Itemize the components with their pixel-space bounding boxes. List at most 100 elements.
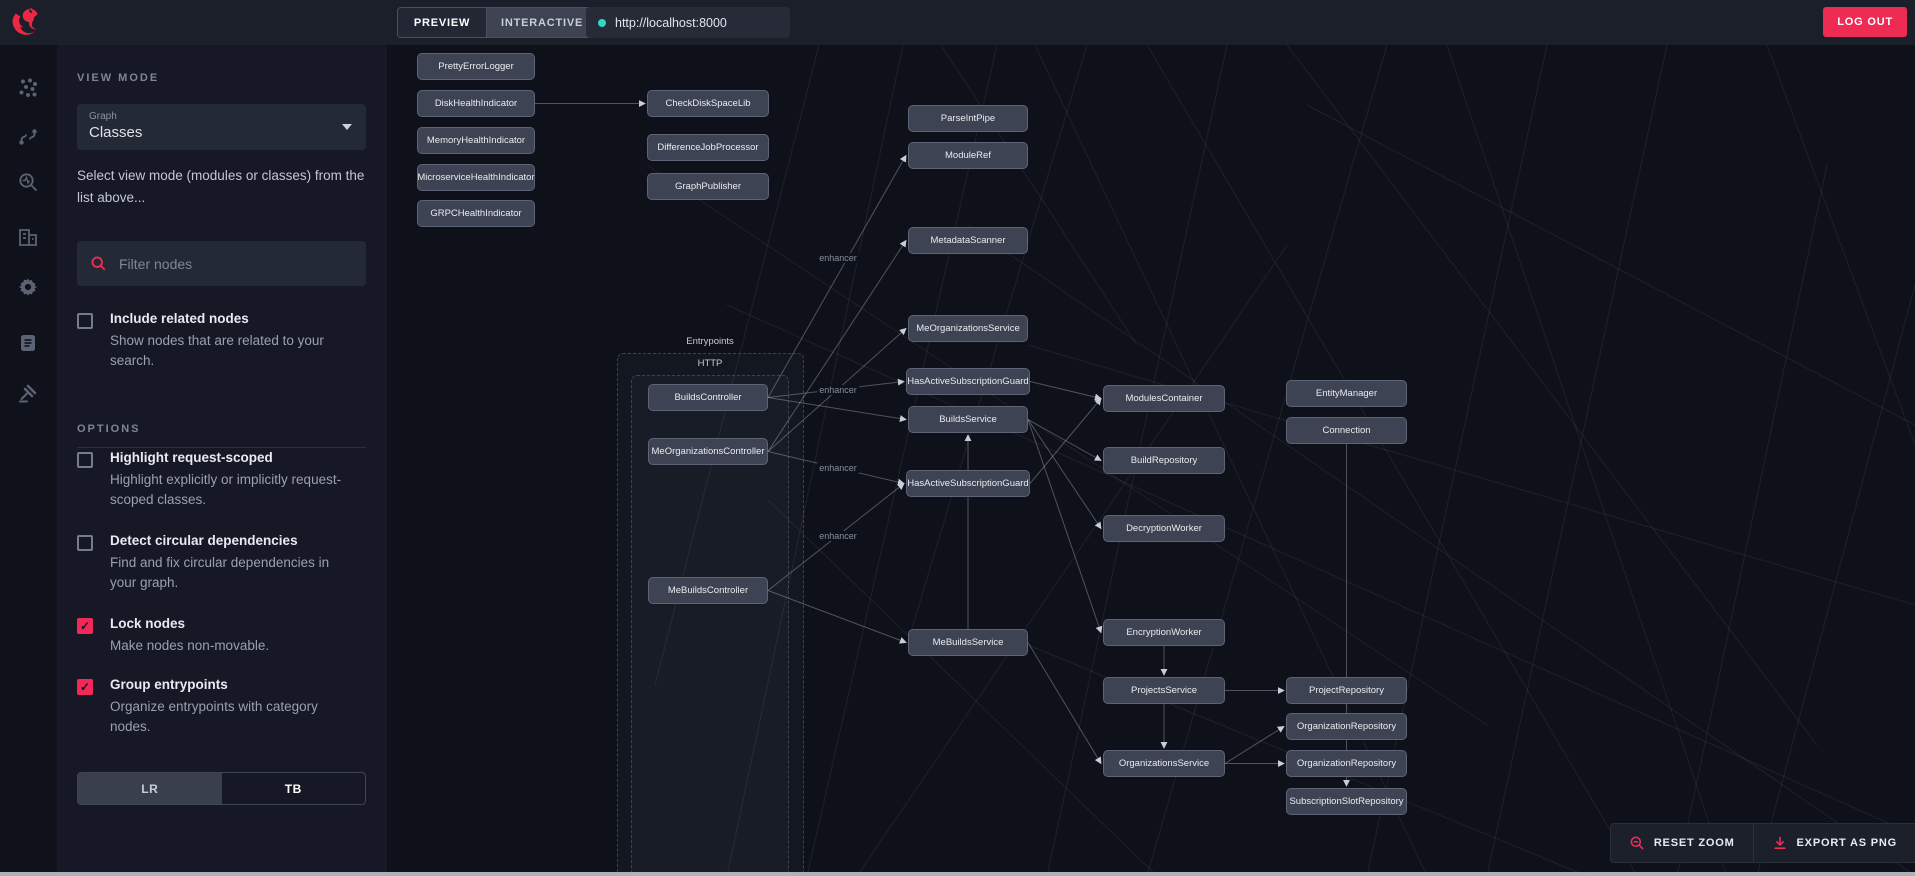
sidebar-item-organization[interactable] <box>8 217 48 257</box>
sidebar-item-audit[interactable] <box>8 373 48 413</box>
sidebar-item-docs[interactable] <box>8 323 48 363</box>
graph-node-check-disk-space-lib[interactable]: CheckDiskSpaceLib <box>647 90 769 117</box>
sidebar-item-settings[interactable] <box>8 267 48 307</box>
option-title: Highlight request-scoped <box>110 450 273 465</box>
view-mode-description: Select view mode (modules or classes) fr… <box>77 168 365 206</box>
group-entrypoints-checkbox[interactable]: ✓ <box>77 679 93 695</box>
route-icon <box>19 129 37 145</box>
settings-panel: VIEW MODE Graph Classes Select view mode… <box>57 45 387 876</box>
topbar: PREVIEW INTERACTIVE http://localhost:800… <box>0 0 1915 45</box>
graph-mode-value: Classes <box>89 124 143 141</box>
edge-label-enhancer: enhancer <box>817 385 859 395</box>
export-as-png-button[interactable]: EXPORT AS PNG <box>1752 824 1915 862</box>
direction-lr-button[interactable]: LR <box>78 773 222 804</box>
graph-node-me-builds-service[interactable]: MeBuildsService <box>908 629 1028 656</box>
edge-label-enhancer: enhancer <box>817 253 859 263</box>
view-mode-title: VIEW MODE <box>77 72 160 84</box>
graph-node-builds-controller[interactable]: BuildsController <box>648 384 768 411</box>
graph-node-parse-int-pipe[interactable]: ParseIntPipe <box>908 105 1028 132</box>
graph-node-build-repository[interactable]: BuildRepository <box>1103 447 1225 474</box>
graph-node-builds-service[interactable]: BuildsService <box>908 406 1028 433</box>
option-desc: Find and fix circular dependencies in yo… <box>110 554 330 591</box>
document-icon <box>21 335 35 351</box>
graph-mode-select[interactable]: Graph Classes <box>77 104 366 150</box>
option-title: Detect circular dependencies <box>110 533 298 548</box>
graph-node-me-builds-controller[interactable]: MeBuildsController <box>648 577 768 604</box>
graph-node-memory-health-indicator[interactable]: MemoryHealthIndicator <box>417 127 535 154</box>
graph-node-difference-job-processor[interactable]: DifferenceJobProcessor <box>647 134 769 161</box>
reset-zoom-label: RESET ZOOM <box>1653 837 1735 849</box>
option-title: Group entrypoints <box>110 677 228 692</box>
graph-node-entity-manager[interactable]: EntityManager <box>1286 380 1407 407</box>
icon-rail <box>0 45 57 876</box>
graph-node-organizations-service[interactable]: OrganizationsService <box>1103 750 1225 777</box>
option-row: ✓ Group entrypoints Organize entrypoints… <box>77 676 369 738</box>
lock-nodes-checkbox[interactable]: ✓ <box>77 618 93 634</box>
graph-mode-label: Graph <box>89 111 117 122</box>
gavel-icon <box>19 384 37 403</box>
graph-node-decryption-worker[interactable]: DecryptionWorker <box>1103 515 1225 542</box>
canvas-actions: RESET ZOOM EXPORT AS PNG <box>1609 823 1915 863</box>
log-out-button[interactable]: LOG OUT <box>1823 7 1907 37</box>
graph-node-subscription-slot-repository[interactable]: SubscriptionSlotRepository <box>1286 788 1407 815</box>
horizontal-scrollbar[interactable] <box>0 872 1915 876</box>
graph-node-graph-publisher[interactable]: GraphPublisher <box>647 173 769 200</box>
http-group-label: HTTP <box>697 358 723 369</box>
graph-node-disk-health-indicator[interactable]: DiskHealthIndicator <box>417 90 535 117</box>
option-row: ✓ Lock nodes Make nodes non-movable. <box>77 615 369 656</box>
graph-node-organization-repository-2[interactable]: OrganizationRepository <box>1286 750 1407 777</box>
direction-tb-button[interactable]: TB <box>222 773 366 804</box>
graph-node-projects-service[interactable]: ProjectsService <box>1103 677 1225 704</box>
download-icon <box>1773 836 1786 849</box>
option-row: Detect circular dependencies Find and fi… <box>77 532 369 594</box>
status-dot-icon <box>598 18 606 27</box>
graph-node-me-organizations-controller[interactable]: MeOrganizationsController <box>648 438 768 465</box>
graph-canvas[interactable]: Entrypoints HTTP PrettyErrorLogger DiskHe… <box>387 45 1915 876</box>
filter-nodes-input[interactable] <box>117 254 353 273</box>
graph-icon <box>19 78 37 97</box>
sidebar-item-inspect[interactable] <box>8 162 48 202</box>
sidebar-item-routes[interactable] <box>8 117 48 157</box>
include-related-row: Include related nodes Show nodes that ar… <box>77 310 369 372</box>
graph-node-pretty-error-logger[interactable]: PrettyErrorLogger <box>417 53 535 80</box>
graph-node-encryption-worker[interactable]: EncryptionWorker <box>1103 619 1225 646</box>
graph-node-grpc-health-indicator[interactable]: GRPCHealthIndicator <box>417 200 535 227</box>
app-url: http://localhost:8000 <box>615 15 727 30</box>
highlight-request-scoped-checkbox[interactable] <box>77 452 93 468</box>
include-related-checkbox[interactable] <box>77 313 93 329</box>
layout-direction-toggle: LR TB <box>77 772 366 805</box>
divider <box>77 447 366 448</box>
reset-zoom-button[interactable]: RESET ZOOM <box>1611 824 1753 862</box>
include-related-title: Include related nodes <box>110 311 249 326</box>
app-url-field[interactable]: http://localhost:8000 <box>586 7 790 38</box>
filter-nodes-box <box>77 241 366 286</box>
graph-node-organization-repository-1[interactable]: OrganizationRepository <box>1286 713 1407 740</box>
gear-icon <box>18 278 38 296</box>
option-desc: Highlight explicitly or implicitly reque… <box>110 471 342 508</box>
graph-node-me-organizations-service[interactable]: MeOrganizationsService <box>908 315 1028 342</box>
edge-label-enhancer: enhancer <box>817 531 859 541</box>
option-desc: Make nodes non-movable. <box>110 637 270 653</box>
entrypoints-group-label: Entrypoints <box>686 336 734 347</box>
tab-preview[interactable]: PREVIEW <box>398 8 486 37</box>
nestjs-logo <box>12 8 38 35</box>
graph-node-modules-container[interactable]: ModulesContainer <box>1103 385 1225 412</box>
export-as-png-label: EXPORT AS PNG <box>1796 837 1897 849</box>
option-desc: Organize entrypoints with category nodes… <box>110 698 318 735</box>
graph-node-metadata-scanner[interactable]: MetadataScanner <box>908 227 1028 254</box>
graph-node-microservice-health-indicator[interactable]: MicroserviceHealthIndicator <box>417 164 535 191</box>
graph-node-has-active-subscription-guard-2[interactable]: HasActiveSubscriptionGuard <box>906 470 1030 497</box>
graph-node-module-ref[interactable]: ModuleRef <box>908 142 1028 169</box>
graph-node-connection[interactable]: Connection <box>1286 417 1407 444</box>
graph-node-has-active-subscription-guard-1[interactable]: HasActiveSubscriptionGuard <box>906 368 1030 395</box>
option-title: Lock nodes <box>110 616 186 631</box>
options-title: OPTIONS <box>77 423 141 435</box>
graph-node-project-repository[interactable]: ProjectRepository <box>1286 677 1407 704</box>
building-icon <box>19 229 37 246</box>
tab-interactive[interactable]: INTERACTIVE <box>486 8 598 37</box>
sidebar-item-graph[interactable] <box>8 68 48 108</box>
chevron-down-icon <box>342 124 352 130</box>
edge-label-enhancer: enhancer <box>817 463 859 473</box>
detect-circular-dependencies-checkbox[interactable] <box>77 535 93 551</box>
search-icon <box>91 256 106 271</box>
